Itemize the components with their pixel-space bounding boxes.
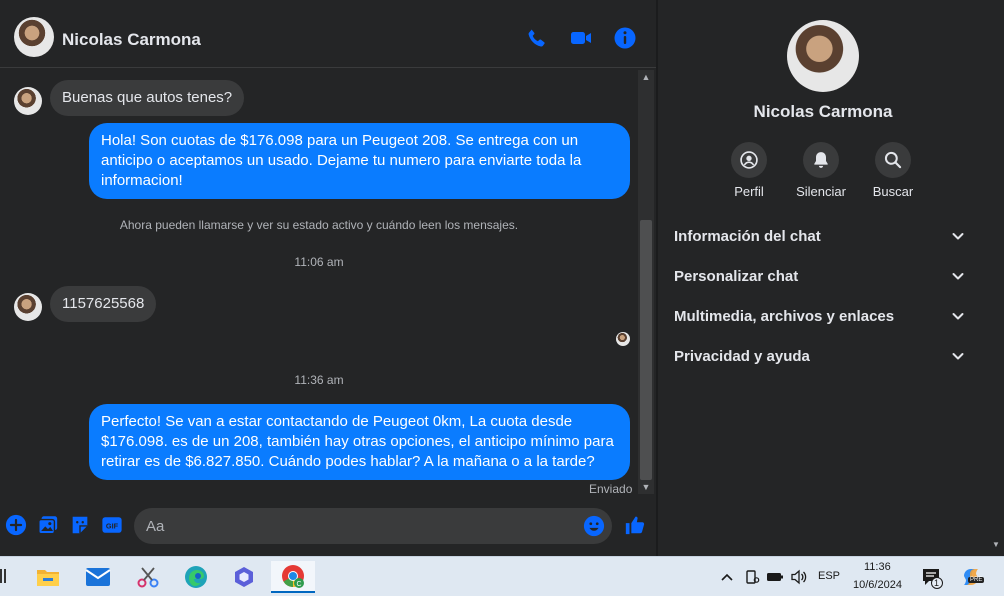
chat-pane: Nicolas Carmona Buenas que autos tenes? … — [0, 0, 656, 556]
gif-icon[interactable]: GIF — [101, 514, 123, 536]
contact-avatar-small — [14, 293, 42, 321]
chevron-up-icon[interactable] — [720, 571, 734, 583]
notification-icon[interactable] — [921, 567, 945, 589]
scroll-up-arrow[interactable]: ▲ — [638, 70, 654, 84]
message-scrollbar[interactable]: ▲ ▼ — [638, 70, 654, 494]
profile-avatar-large[interactable] — [787, 20, 859, 92]
scroll-thumb[interactable] — [640, 220, 652, 480]
scroll-down-arrow[interactable]: ▼ — [638, 480, 654, 494]
profile-button[interactable]: Perfil — [713, 142, 785, 199]
video-call-icon[interactable] — [569, 26, 593, 50]
search-button[interactable]: Buscar — [857, 142, 929, 199]
battery-icon[interactable] — [766, 570, 784, 584]
section-title: Información del chat — [674, 228, 821, 245]
svg-text:GIF: GIF — [106, 522, 119, 531]
phone-icon[interactable] — [525, 26, 549, 50]
info-icon[interactable] — [613, 26, 637, 50]
hexagon-app-icon — [235, 567, 253, 587]
edge-browser-button[interactable] — [174, 561, 218, 593]
message-outgoing[interactable]: Hola! Son cuotas de $176.098 para un Peu… — [89, 123, 630, 199]
task-view-edge[interactable] — [0, 569, 6, 583]
section-chat-info[interactable]: Información del chat — [666, 218, 974, 254]
chrome-icon: C — [282, 565, 304, 588]
search-icon — [884, 151, 902, 169]
chevron-down-icon — [952, 273, 964, 280]
scroll-down-arrow[interactable]: ▼ — [992, 540, 1000, 549]
page-scrollbar[interactable]: ▼ — [988, 0, 1004, 556]
seen-avatar — [616, 332, 630, 346]
section-customize-chat[interactable]: Personalizar chat — [666, 258, 974, 294]
message-input[interactable] — [146, 516, 576, 536]
photo-icon[interactable] — [37, 514, 59, 536]
search-button-label: Buscar — [872, 184, 914, 199]
edge-icon — [185, 566, 207, 588]
chat-header: Nicolas Carmona — [0, 4, 656, 68]
composer: GIF — [0, 504, 656, 550]
profile-icon — [740, 151, 758, 169]
message-incoming[interactable]: 1157625568 — [50, 286, 157, 322]
timestamp-divider: 11:36 am — [294, 373, 344, 387]
timestamp-divider: 11:06 am — [294, 255, 344, 269]
mail-icon — [85, 568, 111, 586]
windows-taskbar: C ESP 11:36 10/6/2024 1 PRE — [0, 556, 1004, 596]
messenger-window: Nicolas Carmona Buenas que autos tenes? … — [0, 0, 1004, 556]
mute-button-label: Silenciar — [796, 184, 846, 199]
delivery-status: Enviado — [589, 482, 633, 496]
clock-time[interactable]: 11:36 — [864, 561, 891, 573]
svg-text:C: C — [296, 581, 301, 588]
contact-avatar-small — [14, 87, 42, 115]
input-language[interactable]: ESP — [818, 570, 840, 582]
snipping-tool-button[interactable] — [126, 561, 170, 593]
preview-badge: PRE — [968, 577, 985, 583]
message-incoming[interactable]: Buenas que autos tenes? — [50, 80, 245, 116]
section-media-files-links[interactable]: Multimedia, archivos y enlaces — [666, 298, 974, 334]
message-input-box[interactable] — [134, 508, 612, 544]
chevron-down-icon — [952, 353, 964, 360]
system-notice: Ahora pueden llamarse y ver su estado ac… — [119, 218, 519, 232]
mail-button[interactable] — [76, 561, 120, 593]
profile-name: Nicolas Carmona — [753, 102, 893, 121]
clock-date[interactable]: 10/6/2024 — [853, 579, 902, 591]
contact-name[interactable]: Nicolas Carmona — [62, 30, 201, 50]
emoji-icon[interactable] — [583, 515, 605, 537]
message-list[interactable]: Buenas que autos tenes? Hola! Son cuotas… — [0, 70, 638, 500]
file-explorer-button[interactable] — [26, 561, 70, 593]
folder-icon — [37, 570, 59, 586]
scissors-icon — [137, 567, 159, 588]
bell-icon — [814, 152, 828, 168]
section-privacy-help[interactable]: Privacidad y ayuda — [666, 338, 974, 374]
speaker-icon[interactable] — [790, 569, 808, 585]
message-outgoing[interactable]: Perfecto! Se van a estar contactando de … — [89, 404, 630, 480]
thumbs-up-icon[interactable] — [624, 514, 646, 536]
add-icon[interactable] — [5, 514, 27, 536]
section-title: Multimedia, archivos y enlaces — [674, 308, 895, 325]
copilot-app-button[interactable] — [222, 561, 266, 593]
conversation-details-pane: Nicolas Carmona Perfil Silenciar Buscar … — [658, 0, 988, 556]
notification-count: 1 — [934, 578, 940, 588]
chevron-down-icon — [952, 233, 964, 240]
mute-button[interactable]: Silenciar — [785, 142, 857, 199]
chrome-browser-button[interactable]: C — [271, 561, 315, 593]
chevron-down-icon — [952, 313, 964, 320]
section-title: Privacidad y ayuda — [674, 348, 810, 365]
section-title: Personalizar chat — [674, 268, 799, 285]
contact-avatar[interactable] — [14, 17, 54, 57]
device-icon[interactable] — [744, 569, 760, 585]
sticker-icon[interactable] — [69, 514, 91, 536]
profile-button-label: Perfil — [734, 184, 764, 199]
